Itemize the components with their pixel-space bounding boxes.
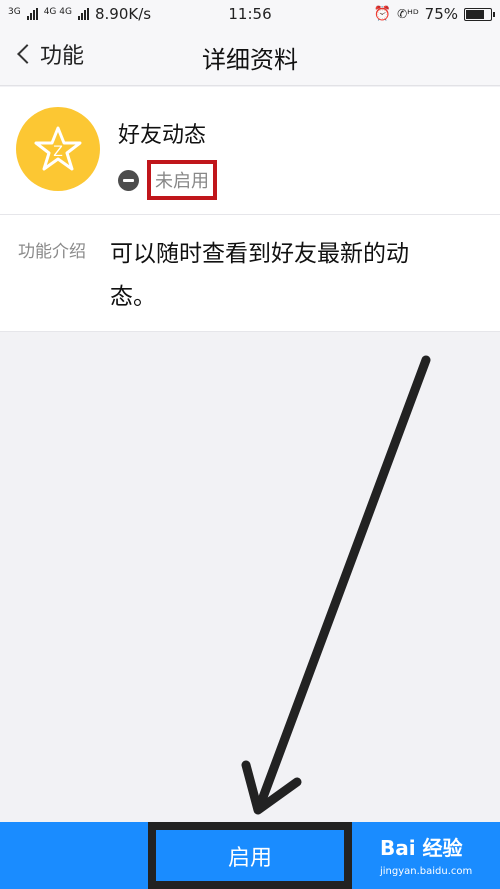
alarm-icon: ⏰ [373, 6, 392, 22]
feature-header: Z 好友动态 未启用 [0, 87, 500, 215]
status-text: 未启用 [147, 160, 217, 200]
battery-icon [464, 7, 495, 21]
baidu-jingyan-watermark: Bai 经验 jingyan.baidu.com [380, 838, 472, 882]
signal-bars-icon [26, 8, 38, 20]
intro-label: 功能介绍 [18, 242, 86, 262]
navigation-bar: 功能 详细资料 [0, 28, 500, 86]
star-icon: Z [34, 126, 82, 171]
watermark-brand: Bai 经验 [380, 836, 463, 860]
page-title: 详细资料 [202, 46, 298, 74]
clock: 11:56 [228, 5, 272, 23]
enable-button[interactable]: 启用 [148, 822, 352, 889]
status-bar: 3G 4G 4G 8.90K/s 11:56 ⏰ ✆ᴴᴰ 75% [0, 0, 500, 28]
feature-intro: 功能介绍 可以随时查看到好友最新的动态。 [0, 215, 500, 332]
signal-bars-icon [77, 8, 89, 20]
signal-3g-label: 3G [8, 6, 21, 17]
signal-4g-label: 4G 4G [43, 6, 72, 17]
watermark-url: jingyan.baidu.com [380, 866, 473, 877]
network-speed: 8.90K/s [94, 5, 152, 23]
feature-avatar: Z [16, 107, 100, 191]
intro-text: 可以随时查看到好友最新的动态。 [110, 241, 409, 310]
disabled-minus-icon [118, 169, 139, 191]
battery-percent: 75% [424, 5, 458, 23]
feature-name: 好友动态 [118, 123, 207, 148]
svg-text:Z: Z [53, 144, 63, 160]
feature-status: 未启用 [118, 160, 217, 200]
hd-call-icon: ✆ᴴᴰ [397, 7, 419, 21]
